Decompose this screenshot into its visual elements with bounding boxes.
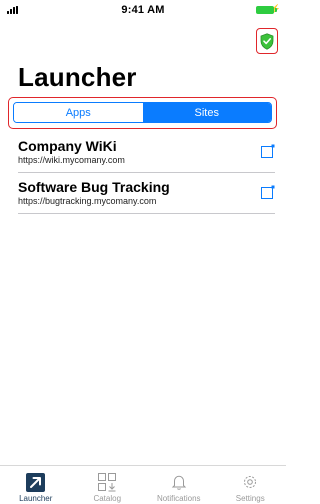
open-external-icon[interactable]: [261, 144, 275, 158]
list-item[interactable]: Company WiKi https://wiki.mycomany.com: [18, 136, 275, 173]
site-url: https://bugtracking.mycomany.com: [18, 196, 157, 206]
open-external-icon[interactable]: [261, 185, 275, 199]
segment-apps[interactable]: Apps: [14, 103, 143, 122]
tab-bar: Launcher Catalog Notifications Settings: [0, 465, 286, 504]
site-list: Company WiKi https://wiki.mycomany.com S…: [18, 136, 275, 214]
tab-notifications[interactable]: Notifications: [143, 466, 215, 504]
page-title: Launcher: [18, 62, 137, 92]
catalog-grid-icon: [97, 472, 117, 492]
gear-icon: [240, 472, 260, 492]
battery-icon: [256, 6, 277, 14]
apps-sites-segmented-control[interactable]: Apps Sites: [13, 102, 272, 123]
tab-label: Notifications: [156, 494, 201, 503]
list-item[interactable]: Software Bug Tracking https://bugtrackin…: [18, 177, 275, 214]
status-bar: 9:41 AM ⚡: [0, 0, 286, 20]
security-shield-button[interactable]: [256, 28, 278, 54]
tab-label: Settings: [235, 494, 265, 503]
bell-icon: [169, 472, 189, 492]
tab-settings[interactable]: Settings: [215, 466, 287, 504]
launcher-arrow-icon: [26, 472, 46, 492]
site-name: Software Bug Tracking: [18, 179, 170, 195]
status-time: 9:41 AM: [121, 4, 165, 16]
tab-launcher[interactable]: Launcher: [0, 466, 72, 504]
shield-icon: [260, 32, 274, 50]
site-url: https://wiki.mycomany.com: [18, 155, 125, 165]
tab-label: Catalog: [93, 494, 122, 503]
segment-sites[interactable]: Sites: [142, 103, 271, 122]
tab-label: Launcher: [19, 494, 53, 503]
site-name: Company WiKi: [18, 138, 117, 154]
tab-catalog[interactable]: Catalog: [72, 466, 144, 504]
